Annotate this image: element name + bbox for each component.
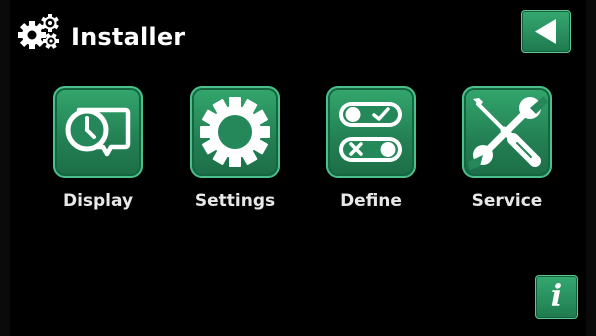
display-button[interactable]	[53, 86, 143, 178]
screen-bezel-right	[586, 0, 596, 336]
back-arrow-icon	[535, 19, 556, 44]
toggle-switches-icon	[339, 102, 402, 162]
back-button[interactable]	[521, 10, 571, 53]
screwdriver-wrench-icon	[468, 96, 548, 170]
screen-bezel-left	[0, 0, 10, 336]
info-button[interactable]: i	[535, 275, 578, 319]
gears-icon	[17, 13, 65, 53]
installer-screen: Installer Display Settings Define Servic…	[0, 0, 596, 336]
service-button[interactable]	[462, 86, 552, 178]
page-title: Installer	[71, 23, 186, 51]
settings-button[interactable]	[190, 86, 280, 178]
service-label[interactable]: Service	[447, 190, 567, 212]
define-label[interactable]: Define	[311, 190, 431, 212]
clock-display-icon	[65, 107, 131, 157]
display-label[interactable]: Display	[38, 190, 158, 212]
info-icon: i	[550, 279, 563, 314]
gear-icon	[200, 97, 270, 167]
settings-label[interactable]: Settings	[175, 190, 295, 212]
define-button[interactable]	[326, 86, 416, 178]
